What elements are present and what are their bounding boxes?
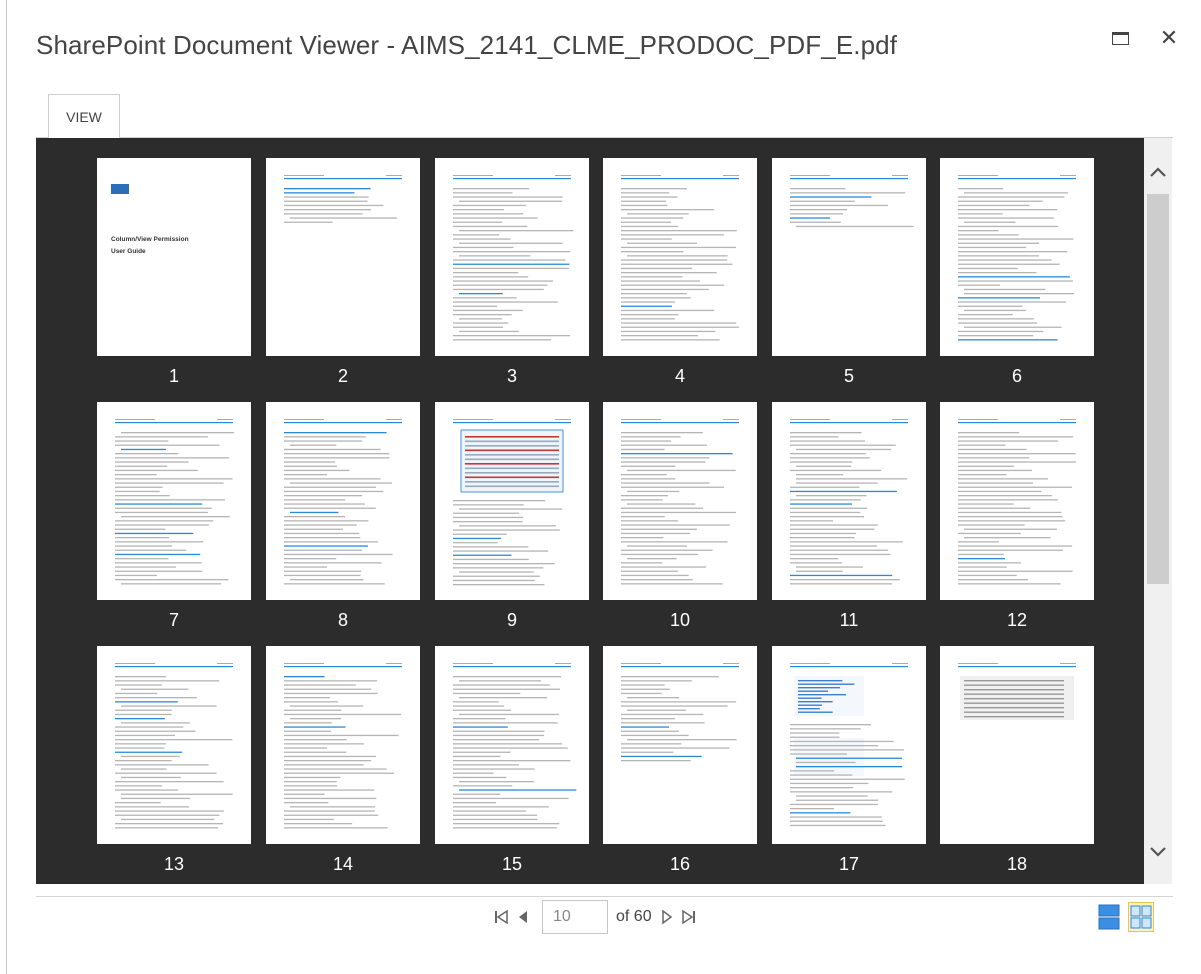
page-thumbnail[interactable]	[940, 402, 1094, 600]
page-number-label: 8	[337, 610, 348, 630]
page-number-label: 15	[501, 854, 523, 874]
tab-view[interactable]: VIEW	[48, 94, 120, 138]
page-number-input[interactable]	[542, 900, 608, 934]
last-page-icon[interactable]	[678, 905, 700, 929]
page-number-label: 14	[332, 854, 354, 874]
vertical-scrollbar[interactable]	[1144, 138, 1172, 884]
cover-subtitle: User Guide	[111, 248, 146, 255]
next-page-icon[interactable]	[656, 905, 678, 929]
first-page-icon[interactable]	[490, 905, 512, 929]
dialog-title: SharePoint Document Viewer - AIMS_2141_C…	[36, 30, 898, 60]
page-preview	[115, 419, 234, 585]
page-thumbnail[interactable]	[435, 402, 589, 600]
page-thumbnail[interactable]	[940, 646, 1094, 844]
maximize-icon	[1111, 31, 1129, 45]
page-number-label: 16	[669, 854, 691, 874]
page-thumbnail[interactable]: Column/View Permission User Guide	[97, 158, 251, 356]
page-thumbnail[interactable]	[266, 158, 420, 356]
page-thumbnail[interactable]	[435, 158, 589, 356]
page-number-label: 12	[1006, 610, 1028, 630]
page-preview	[958, 663, 1076, 720]
close-button[interactable]: ✕	[1155, 24, 1183, 52]
page-thumbnail[interactable]	[772, 646, 926, 844]
page-number-label: 18	[1006, 854, 1028, 874]
page-preview	[284, 419, 402, 585]
grid-view-button[interactable]	[1128, 902, 1154, 932]
page-number-label: 11	[839, 610, 859, 630]
page-number-label: 1	[168, 366, 179, 386]
page-thumbnail[interactable]	[603, 646, 757, 844]
scroll-up-icon[interactable]	[1144, 158, 1172, 186]
page-number-label: 10	[669, 610, 691, 630]
page-preview	[958, 175, 1076, 341]
previous-page-icon[interactable]	[512, 905, 534, 929]
single-page-view-button[interactable]	[1096, 902, 1122, 932]
page-count-label: of 60	[616, 908, 652, 925]
page-preview	[790, 419, 908, 585]
maximize-button[interactable]	[1106, 24, 1134, 52]
page-preview	[790, 663, 908, 827]
page-thumbnail[interactable]	[435, 646, 589, 844]
page-number-label: 2	[337, 366, 348, 386]
page-thumbnail[interactable]	[266, 402, 420, 600]
page-thumbnail[interactable]	[266, 646, 420, 844]
page-number-label: 3	[506, 366, 517, 386]
pager-divider	[36, 896, 1173, 897]
dialog-left-edge	[6, 0, 7, 974]
page-preview	[958, 419, 1076, 585]
page-number-label: 5	[843, 366, 854, 386]
page-number-label: 13	[163, 854, 185, 874]
scrollbar-thumb[interactable]	[1147, 194, 1169, 584]
single-page-view-icon	[1098, 904, 1120, 930]
page-number-label: 7	[168, 610, 179, 630]
page-preview	[453, 175, 574, 341]
grid-view-icon	[1130, 905, 1152, 929]
page-preview	[621, 419, 739, 585]
page-thumbnail[interactable]	[97, 402, 251, 600]
page-thumbnail[interactable]	[603, 158, 757, 356]
scroll-down-icon[interactable]	[1144, 838, 1172, 866]
page-preview	[115, 663, 233, 829]
page-preview	[621, 663, 739, 762]
cover-title: Column/View Permission	[111, 236, 189, 243]
thumbnail-viewer: Column/View Permission User Guide 1 2 3 4 5 6 7 8…	[36, 138, 1172, 884]
page-thumbnail[interactable]	[940, 158, 1094, 356]
page-preview	[453, 419, 571, 586]
page-preview	[453, 663, 577, 829]
page-thumbnail[interactable]	[97, 646, 251, 844]
pager: of 60	[490, 899, 700, 935]
page-preview	[284, 663, 402, 829]
page-thumbnail[interactable]	[603, 402, 757, 600]
page-number-label: 9	[506, 610, 517, 630]
page-preview	[284, 175, 402, 223]
page-preview	[790, 175, 914, 228]
page-number-label: 17	[838, 854, 860, 874]
page-thumbnail[interactable]	[772, 402, 926, 600]
page-number-label: 4	[674, 366, 685, 386]
page-number-label: 6	[1011, 366, 1022, 386]
page-thumbnail[interactable]	[772, 158, 926, 356]
page-preview	[621, 175, 739, 341]
cover-logo	[111, 184, 129, 194]
